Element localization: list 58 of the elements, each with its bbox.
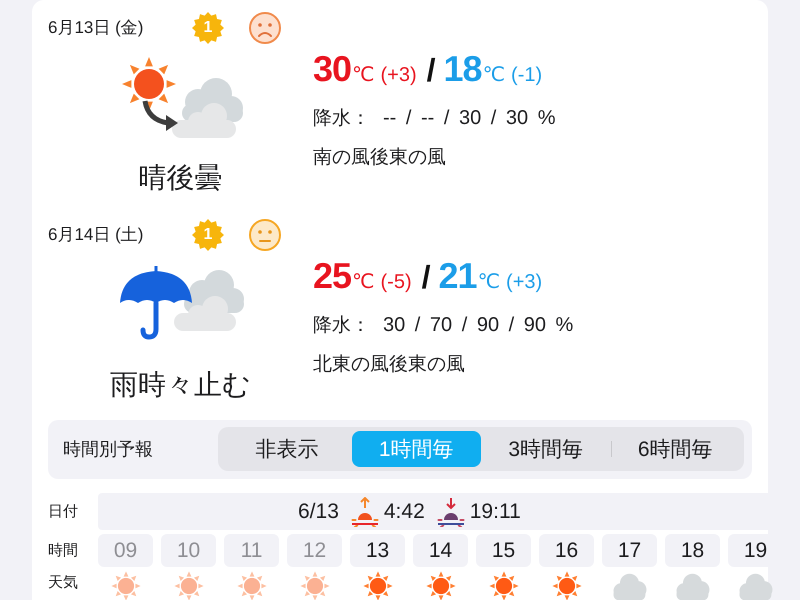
- hour-cell: 12: [287, 534, 342, 567]
- cloud-icon: [612, 573, 646, 600]
- sunrise-time: 4:42: [384, 500, 425, 524]
- cloud-icon: [676, 573, 710, 600]
- high-temperature: 30℃: [313, 48, 375, 90]
- hourly-forecast-label: 時間別予報: [63, 438, 153, 461]
- high-temperature: 25℃: [313, 255, 375, 297]
- date-label: 6月14日 (土): [48, 224, 144, 246]
- sun-icon: [300, 571, 330, 600]
- weather-label: 晴後曇: [138, 162, 222, 194]
- low-temperature: 21℃: [438, 255, 500, 297]
- temperature-separator: /: [422, 259, 431, 296]
- neutral-face-icon: [248, 218, 282, 252]
- sunset-time: 19:11: [470, 500, 521, 524]
- hour-cell: 18: [665, 534, 720, 567]
- weather-label: 雨時々止む: [110, 369, 251, 401]
- wind-text: 南の風後東の風: [313, 146, 446, 170]
- interval-option[interactable]: 非表示: [222, 431, 352, 467]
- date-label: 6月13日 (金): [48, 17, 144, 39]
- low-temperature-change: (+3): [506, 271, 542, 294]
- hour-cell: 13: [350, 534, 405, 567]
- sun-icon: [110, 571, 140, 600]
- sun-icon: [174, 571, 204, 600]
- sad-face-icon: [248, 11, 282, 45]
- hour-cell: 16: [539, 534, 594, 567]
- precipitation-value: 30 / 70 / 90 / 90 %: [383, 314, 574, 336]
- sun-icon: [488, 571, 518, 600]
- wind-text: 北東の風後東の風: [313, 353, 465, 377]
- high-temperature-change: (-5): [380, 271, 412, 294]
- interval-option[interactable]: 6時間毎: [610, 431, 740, 467]
- date-text: 6/13: [298, 500, 339, 524]
- temperature-separator: /: [426, 52, 436, 89]
- level-badge: 1: [192, 219, 224, 251]
- interval-option[interactable]: 3時間毎: [481, 431, 610, 467]
- hour-cell: 14: [413, 534, 468, 567]
- sun-icon: [426, 571, 456, 600]
- hour-cell: 17: [602, 534, 657, 567]
- sunrise-icon: [348, 496, 381, 526]
- level-badge: 1: [192, 12, 224, 44]
- hour-cell: 15: [476, 534, 531, 567]
- low-temperature: 18℃: [444, 48, 506, 90]
- sun-icon: [362, 571, 392, 600]
- interval-segmented-control[interactable]: 非表示 1時間毎 3時間毎 6時間毎: [218, 427, 744, 471]
- row-label: 日付: [48, 502, 78, 521]
- hour-cell: 10: [161, 534, 216, 567]
- hour-cell: 09: [98, 534, 153, 567]
- sunset-icon: [434, 496, 467, 526]
- precipitation-label: 降水：: [313, 107, 370, 131]
- cloud-icon: [738, 573, 772, 600]
- sun-icon: [552, 571, 582, 600]
- sun-icon: [236, 571, 266, 600]
- high-temperature-change: (+3): [380, 64, 417, 87]
- precipitation-label: 降水：: [313, 314, 370, 338]
- low-temperature-change: (-1): [511, 64, 542, 87]
- row-label: 時間: [48, 541, 78, 560]
- hour-cell: 11: [224, 534, 279, 567]
- precipitation-value: -- / -- / 30 / 30 %: [383, 106, 556, 130]
- row-label: 天気: [48, 573, 78, 593]
